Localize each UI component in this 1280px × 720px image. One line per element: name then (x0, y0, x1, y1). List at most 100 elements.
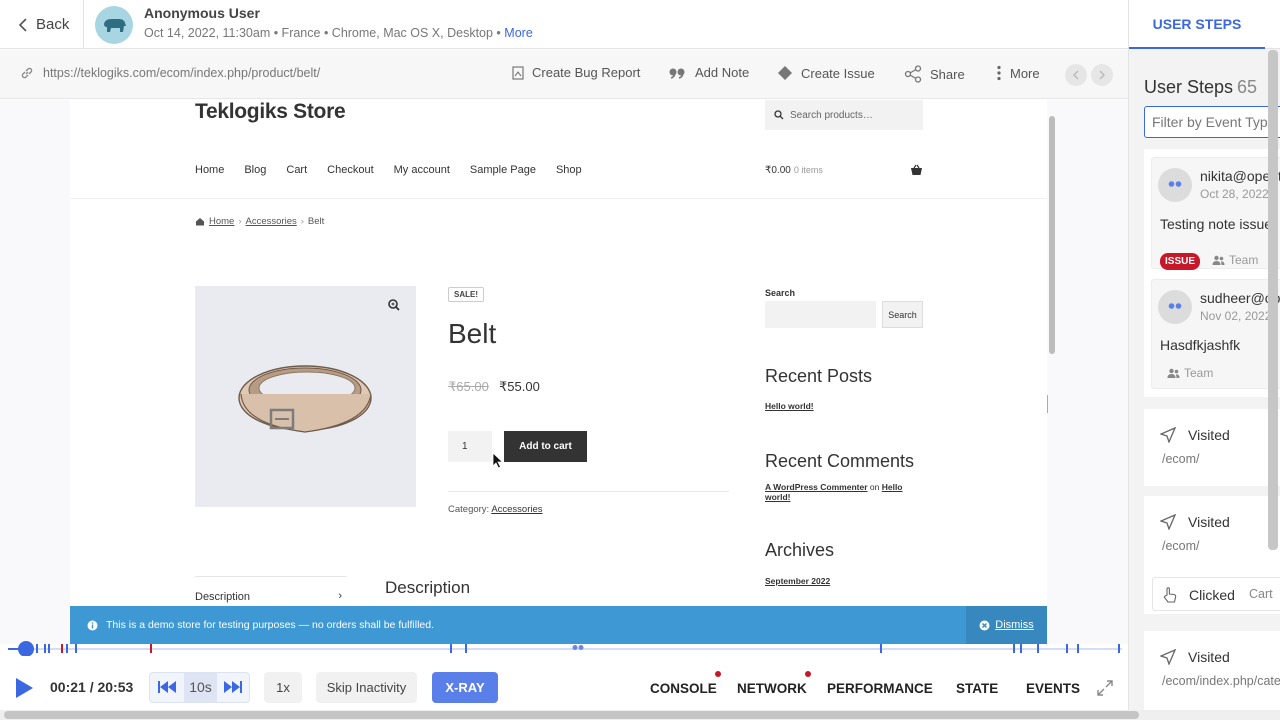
note-visibility: Team (1212, 253, 1258, 267)
previous-session-button[interactable] (1065, 64, 1087, 86)
note-card[interactable]: sudheer@opentestlabs.com Nov 02, 2022 Ha… (1151, 279, 1280, 389)
skip-forward-icon[interactable] (223, 680, 242, 694)
timeline-event-marker[interactable] (66, 644, 68, 653)
back-button[interactable]: Back (0, 0, 84, 49)
timeline-event-marker[interactable] (1013, 644, 1015, 653)
skip-controls: 10s (149, 672, 250, 703)
skip-inactivity-button[interactable]: Skip Inactivity (316, 672, 417, 703)
timeline-event-marker[interactable] (1020, 644, 1022, 653)
note-icon (1158, 168, 1192, 202)
basket-icon[interactable] (910, 164, 923, 176)
timeline-error-marker[interactable] (150, 644, 152, 653)
horizontal-scrollbar[interactable] (0, 710, 1280, 720)
quantity-input[interactable] (448, 431, 492, 462)
timeline-event-marker[interactable] (44, 644, 46, 653)
playback-speed-button[interactable]: 1x (264, 672, 302, 703)
xray-button[interactable]: X-RAY (432, 672, 498, 703)
timeline-event-marker[interactable] (75, 644, 77, 653)
sidebar-search-input[interactable] (765, 301, 876, 328)
note-marker-icon[interactable] (572, 644, 584, 653)
timeline-event-marker[interactable] (465, 644, 467, 653)
share-button[interactable]: Share (904, 65, 965, 83)
dismiss-label: Dismiss (995, 619, 1034, 631)
user-steps-panel: USER STEPS User Steps65 nikita@opentestl… (1128, 0, 1280, 720)
filter-event-type-input[interactable] (1144, 106, 1280, 138)
comment-on-text: on (869, 482, 880, 492)
timeline-event-marker[interactable] (48, 644, 50, 653)
breadcrumb-home[interactable]: Home (209, 216, 234, 227)
product-image[interactable] (195, 286, 416, 507)
nav-blog[interactable]: Blog (244, 164, 266, 176)
chevron-right-icon (1099, 70, 1106, 80)
skip-back-icon[interactable] (158, 680, 177, 694)
issue-badge: ISSUE (1160, 253, 1201, 270)
tab-network[interactable]: NETWORK (737, 681, 807, 696)
home-icon (196, 218, 204, 226)
breadcrumb-category[interactable]: Accessories (246, 216, 297, 227)
tab-user-steps[interactable]: USER STEPS (1129, 0, 1265, 49)
share-icon (904, 65, 922, 83)
viewport-scrollbar[interactable] (1049, 116, 1055, 354)
nav-sample-page[interactable]: Sample Page (470, 164, 536, 176)
timeline-event-marker[interactable] (1066, 644, 1068, 653)
horizontal-scrollbar-thumb[interactable] (4, 711, 1139, 719)
product-search-input[interactable] (765, 100, 923, 130)
more-actions-button[interactable]: More (996, 65, 1040, 81)
expand-icon[interactable] (1096, 679, 1114, 697)
tab-console[interactable]: CONSOLE (650, 681, 717, 696)
comment-author-link[interactable]: A WordPress Commenter (765, 482, 868, 492)
category-link[interactable]: Accessories (491, 504, 542, 515)
user-avatar (95, 6, 133, 44)
product-title: Belt (448, 318, 497, 349)
add-to-cart-button[interactable]: Add to cart (504, 431, 587, 462)
sidebar-search-button[interactable]: Search (882, 301, 923, 328)
bug-report-icon (512, 65, 524, 80)
dismiss-button[interactable]: Dismiss (966, 606, 1047, 644)
chevron-left-icon (1072, 70, 1079, 80)
store-nav: Home Blog Cart Checkout My account Sampl… (195, 164, 602, 176)
timeline-error-marker[interactable] (61, 644, 63, 653)
chevron-left-icon (18, 17, 27, 32)
cart-item-count: 0 items (793, 165, 823, 175)
notes-group: nikita@opentestlabs.com Oct 28, 2022 Tes… (1144, 149, 1280, 397)
event-visited[interactable]: Visited /ecom/index.php/category/ (1144, 631, 1280, 710)
replay-timeline[interactable] (0, 641, 1128, 657)
zoom-icon[interactable] (388, 299, 400, 311)
session-more-link[interactable]: More (504, 26, 532, 40)
recent-comments-heading: Recent Comments (765, 451, 915, 471)
event-clicked[interactable]: Clicked Cart (1152, 577, 1280, 611)
tab-state[interactable]: STATE (956, 681, 998, 696)
nav-checkout[interactable]: Checkout (327, 164, 373, 176)
timeline-event-marker[interactable] (1118, 644, 1120, 653)
timeline-event-marker[interactable] (450, 644, 452, 653)
demo-banner-message: This is a demo store for testing purpose… (87, 619, 434, 631)
timeline-event-marker[interactable] (880, 644, 882, 653)
mini-cart[interactable]: ₹0.00 0 items (765, 165, 823, 176)
nav-my-account[interactable]: My account (394, 164, 450, 176)
timeline-event-marker[interactable] (1037, 644, 1039, 653)
create-bug-report-button[interactable]: Create Bug Report (512, 65, 640, 80)
tab-performance[interactable]: PERFORMANCE (827, 681, 933, 696)
chevron-right-icon: › (338, 590, 342, 602)
play-icon[interactable] (14, 677, 34, 699)
archive-link[interactable]: September 2022 (765, 576, 830, 586)
recent-post-link[interactable]: Hello world! (765, 401, 814, 411)
nav-home[interactable]: Home (195, 164, 224, 176)
add-note-button[interactable]: Add Note (669, 65, 749, 80)
note-card[interactable]: nikita@opentestlabs.com Oct 28, 2022 Tes… (1151, 157, 1280, 270)
tab-events[interactable]: EVENTS (1026, 681, 1080, 696)
timeline-event-marker[interactable] (1077, 644, 1079, 653)
nav-cart[interactable]: Cart (286, 164, 307, 176)
url-text: https://teklogiks.com/ecom/index.php/pro… (43, 66, 321, 80)
store-name[interactable]: Teklogiks Store (195, 100, 346, 124)
create-issue-button[interactable]: Create Issue (777, 65, 875, 81)
next-session-button[interactable] (1091, 64, 1113, 86)
create-issue-label: Create Issue (801, 65, 875, 81)
panel-scrollbar[interactable] (1268, 50, 1278, 550)
event-visited[interactable]: Visited /ecom/ (1144, 409, 1280, 486)
timeline-scrubber[interactable] (18, 641, 34, 657)
description-heading: Description (385, 578, 471, 597)
timeline-event-marker[interactable] (36, 644, 38, 653)
nav-shop[interactable]: Shop (556, 164, 582, 176)
navigation-arrow-icon (1160, 427, 1176, 443)
